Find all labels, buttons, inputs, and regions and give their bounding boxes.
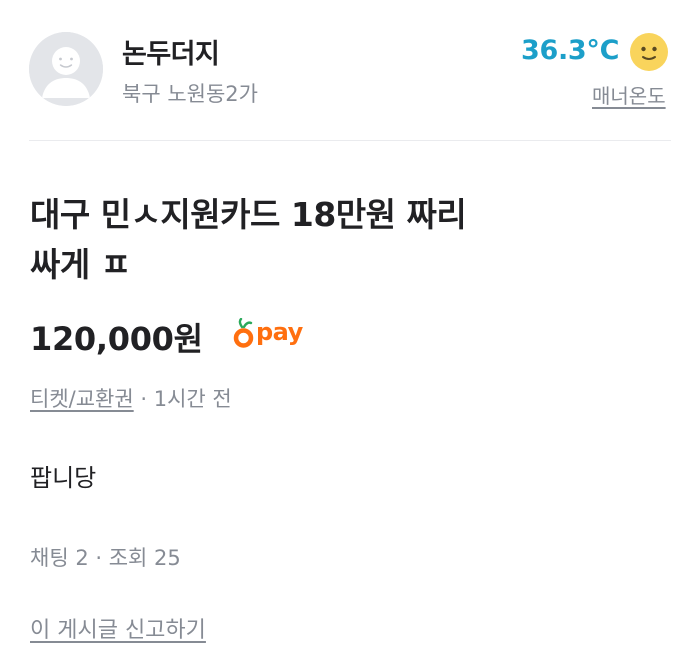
avatar[interactable] [29, 32, 103, 106]
divider [29, 140, 671, 141]
post-title: 대구 민ㅅ지원카드 18만원 짜리 싸게 ㅍ [30, 195, 467, 284]
post-stats: 채팅 2 · 조회 25 [30, 546, 181, 570]
carrot-pay-icon [233, 318, 254, 348]
category-link[interactable]: 티켓/교환권 [30, 387, 134, 411]
manner-temperature-value: 36.3°C [521, 35, 620, 66]
post-meta: 티켓/교환권 · 1시간 전 [30, 383, 232, 413]
seller-region: 북구 노원동2가 [122, 82, 258, 106]
seller-profile[interactable]: 논두더지 북구 노원동2가 36.3°C 매너온도 [0, 0, 700, 140]
smiling-face-icon [629, 32, 669, 72]
post-price: 120,000원 [30, 320, 203, 358]
post-time: · 1시간 전 [133, 387, 232, 411]
pay-label: pay [256, 318, 303, 346]
seller-nickname[interactable]: 논두더지 [122, 32, 220, 71]
report-post-link[interactable]: 이 게시글 신고하기 [30, 612, 206, 644]
post-body: 팝니당 [30, 464, 97, 492]
manner-temperature-link[interactable]: 매너온도 [592, 80, 666, 109]
default-avatar-icon [29, 32, 103, 106]
